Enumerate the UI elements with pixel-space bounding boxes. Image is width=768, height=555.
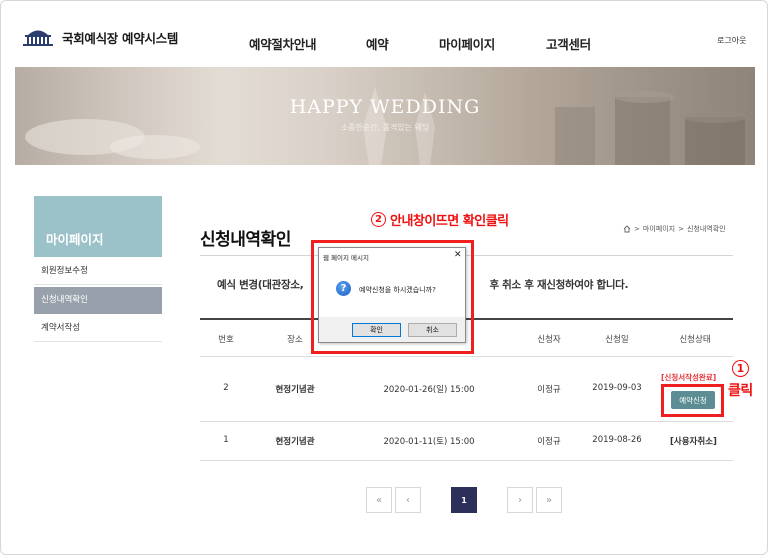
nav-mypage[interactable]: 마이페이지 xyxy=(439,34,495,53)
status-cancelled: [사용자취소] xyxy=(670,437,717,447)
page-title: 신청내역확인 xyxy=(200,230,291,250)
cell-place: 현정기념관 xyxy=(275,437,315,447)
home-icon[interactable] xyxy=(623,225,631,233)
logout-link[interactable]: 로그아웃 xyxy=(717,35,746,46)
site-header: 국회예식장 예약시스템 예약절차안내 예약 마이페이지 고객센터 로그아웃 xyxy=(1,1,767,67)
annotation-step-1-number: 1 xyxy=(732,360,749,377)
cell-datetime: 2020-01-11(토) 15:00 xyxy=(383,437,475,447)
table-header-apply-date: 신청일 xyxy=(605,335,629,345)
notice-text-right: 후 취소 후 재신청하여야 합니다. xyxy=(489,279,629,291)
assembly-building-icon xyxy=(23,30,53,46)
notice-text-left: 예식 변경(대관장소, xyxy=(217,279,304,291)
table-row-divider xyxy=(200,356,733,357)
sidebar-item-application-history[interactable]: 신청내역확인 xyxy=(34,287,162,314)
nav-customer-center[interactable]: 고객센터 xyxy=(546,34,591,53)
breadcrumb: > 마이페이지 > 신청내역확인 xyxy=(623,224,726,234)
table-row-divider xyxy=(200,460,733,461)
breadcrumb-separator: > xyxy=(634,225,640,233)
cell-place: 현정기념관 xyxy=(275,385,315,395)
table-row-divider xyxy=(200,421,733,422)
pagination-first-button[interactable]: « xyxy=(366,487,392,513)
table-header-place: 장소 xyxy=(287,335,303,345)
table-header-applicant: 신청자 xyxy=(537,335,561,345)
sidebar-header: 마이페이지 xyxy=(34,196,162,257)
cell-datetime: 2020-01-26(일) 15:00 xyxy=(383,385,475,395)
sidebar-title: 마이페이지 xyxy=(46,232,104,247)
sidebar-item-contract[interactable]: 계약서작성 xyxy=(34,315,162,342)
breadcrumb-separator: > xyxy=(678,225,684,233)
cell-applicant: 이정규 xyxy=(537,437,561,447)
banner-title: HAPPY WEDDING xyxy=(289,96,481,118)
pagination-next-button[interactable]: › xyxy=(507,487,533,513)
logo-text: 국회예식장 예약시스템 xyxy=(62,30,179,46)
site-logo[interactable]: 국회예식장 예약시스템 xyxy=(20,27,178,47)
banner-subtitle: 소중한순간, 품격있는 웨딩 xyxy=(340,123,430,132)
status-badge: [신청서작성완료] xyxy=(661,373,717,382)
breadcrumb-item[interactable]: 마이페이지 xyxy=(643,224,675,234)
annotation-step-2-text: 안내창이뜨면 확인클릭 xyxy=(390,214,509,229)
cell-no: 1 xyxy=(223,435,229,445)
annotation-box-apply-button xyxy=(661,384,724,417)
annotation-step-1-text: 클릭 xyxy=(728,383,753,399)
hero-banner: HAPPY WEDDING 소중한순간, 품격있는 웨딩 xyxy=(15,67,755,165)
pagination-last-button[interactable]: » xyxy=(536,487,562,513)
cell-apply-date: 2019-09-03 xyxy=(592,383,642,393)
nav-reservation[interactable]: 예약 xyxy=(366,34,389,53)
table-header-status: 신청상태 xyxy=(679,335,711,345)
pagination-prev-button[interactable]: ‹ xyxy=(395,487,421,513)
annotation-box-dialog xyxy=(311,240,474,354)
annotation-step-2-number: 2 xyxy=(371,212,386,227)
sidebar-item-edit-profile[interactable]: 회원정보수정 xyxy=(34,258,162,285)
cell-no: 2 xyxy=(223,383,229,393)
cell-apply-date: 2019-08-26 xyxy=(592,435,642,445)
pagination-page-1[interactable]: 1 xyxy=(451,487,477,513)
cell-applicant: 이정규 xyxy=(537,385,561,395)
nav-reservation-guide[interactable]: 예약절차안내 xyxy=(249,34,317,53)
table-header-no: 번호 xyxy=(218,335,234,345)
app-frame: 국회예식장 예약시스템 예약절차안내 예약 마이페이지 고객센터 로그아웃 HA… xyxy=(0,0,768,555)
breadcrumb-item: 신청내역확인 xyxy=(686,225,726,233)
